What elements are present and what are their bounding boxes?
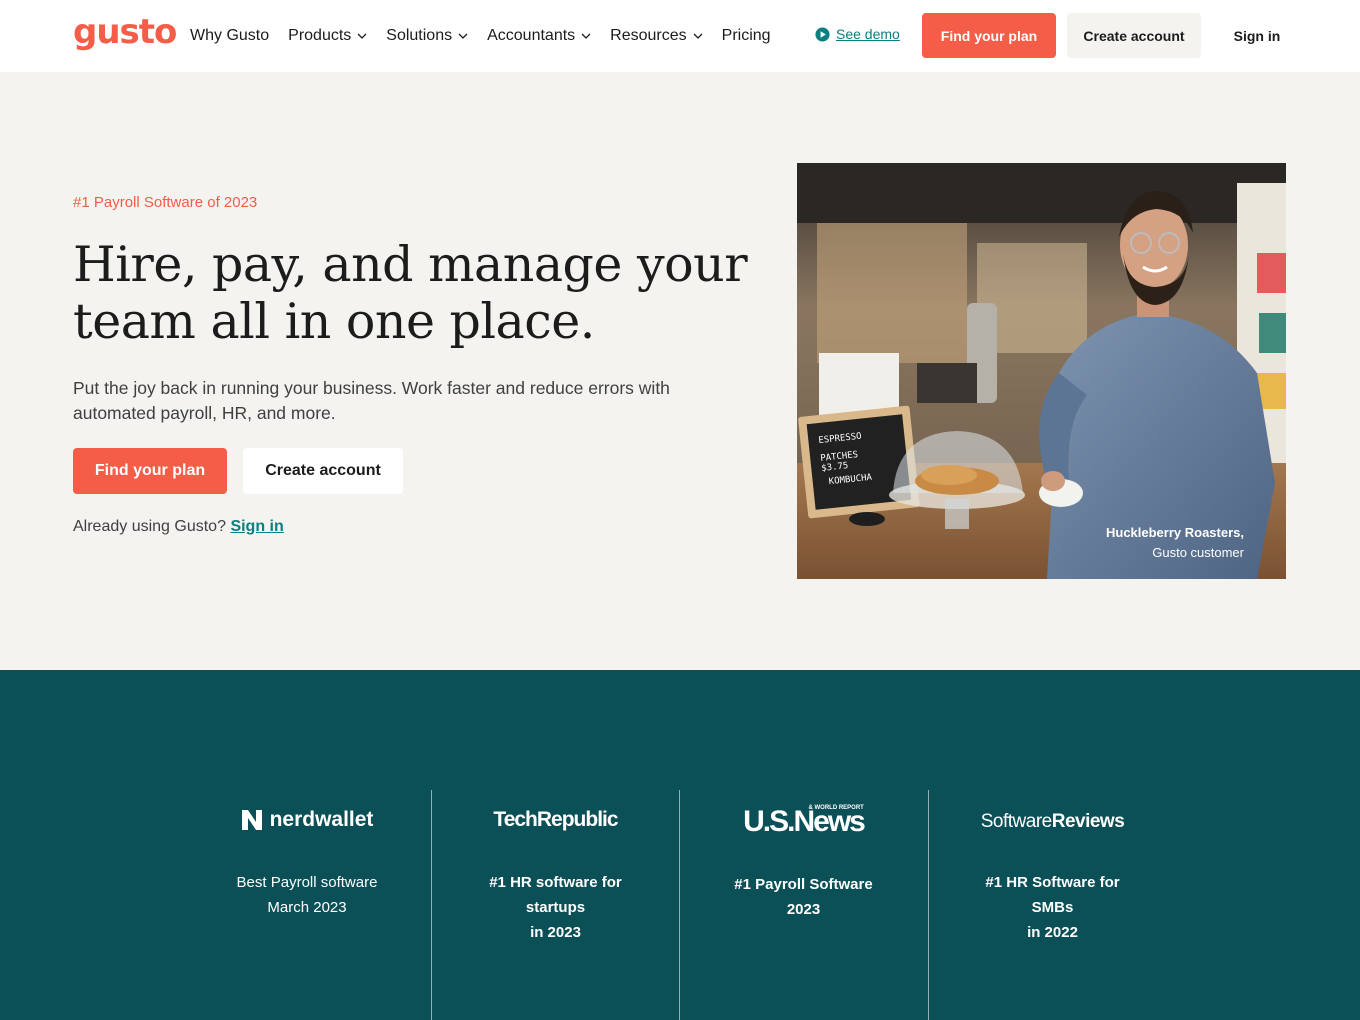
award-line: 2023	[786, 901, 821, 918]
award-line: Best Payroll software	[236, 874, 378, 891]
play-icon	[815, 26, 830, 42]
hero-headline: Hire, pay, and manage your team all in o…	[73, 236, 748, 350]
nav-label: Why Gusto	[190, 27, 270, 44]
hero-find-plan-button[interactable]: Find your plan	[73, 448, 227, 494]
hero-photo: ESPRESSO PATCHES $3.75 KOMBUCHA Hucklebe…	[797, 163, 1286, 579]
usnews-wordmark: U.S.News & WORLD REPORT	[743, 805, 866, 839]
nav-solutions[interactable]: Solutions	[386, 27, 468, 45]
award-text: Best Payroll software March 2023	[183, 870, 431, 920]
photo-caption: Huckleberry Roasters, Gusto customer	[1106, 523, 1244, 563]
hero-create-account-button[interactable]: Create account	[243, 448, 403, 494]
usnews-logo: U.S.News & WORLD REPORT	[680, 790, 927, 854]
header-find-plan-button[interactable]: Find your plan	[922, 13, 1056, 58]
award-text: #1 HR software for startups in 2023	[432, 870, 679, 945]
award-line: March 2023	[267, 899, 347, 916]
nav-label: Accountants	[487, 27, 576, 44]
award-line: #1 HR Software for	[985, 874, 1120, 891]
award-line: startups	[525, 899, 586, 916]
nav-label: Products	[288, 27, 352, 44]
hero-sign-in-link[interactable]: Sign in	[230, 518, 283, 535]
brand-subtitle: & WORLD REPORT	[808, 805, 864, 811]
brand-name: TechRepublic	[493, 808, 618, 831]
see-demo-link[interactable]: See demo	[815, 26, 900, 42]
header-create-account-button[interactable]: Create account	[1067, 13, 1201, 58]
nav-products[interactable]: Products	[288, 27, 367, 45]
nav-accountants[interactable]: Accountants	[487, 27, 591, 45]
gusto-logo[interactable]: gusto	[73, 12, 177, 52]
already-using-label: Already using Gusto?	[73, 518, 226, 535]
award-softwarereviews: SoftwareReviews #1 HR Software for SMBs …	[928, 790, 1176, 1020]
award-techrepublic: TechRepublic #1 HR software for startups…	[431, 790, 679, 1020]
hero-eyebrow: #1 Payroll Software of 2023	[73, 194, 258, 211]
nav-why-gusto[interactable]: Why Gusto	[190, 27, 269, 45]
chevron-down-icon	[458, 33, 468, 39]
brand-name-light: Software	[980, 811, 1052, 832]
award-line: SMBs	[1031, 899, 1074, 916]
nav-label: Resources	[610, 27, 687, 44]
header-sign-in-link[interactable]: Sign in	[1218, 13, 1296, 58]
brand-name: nerdwallet	[269, 808, 374, 831]
award-line: in 2022	[1027, 924, 1078, 941]
award-nerdwallet: nerdwallet Best Payroll software March 2…	[183, 790, 431, 1020]
award-text: #1 Payroll Software 2023	[680, 872, 927, 922]
already-using-text: Already using Gusto? Sign in	[73, 518, 284, 536]
cafe-photo-illustration: ESPRESSO PATCHES $3.75 KOMBUCHA	[797, 163, 1286, 579]
chevron-down-icon	[581, 33, 591, 39]
caption-name: Huckleberry Roasters,	[1105, 525, 1244, 540]
nerdwallet-mark-icon	[241, 810, 262, 830]
caption-role: Gusto customer	[1152, 545, 1244, 560]
award-line: #1 Payroll Software	[734, 876, 873, 893]
award-line: #1 HR software for	[489, 874, 622, 891]
award-text: #1 HR Software for SMBs in 2022	[929, 870, 1176, 945]
chevron-down-icon	[693, 33, 703, 39]
nerdwallet-logo: nerdwallet	[183, 790, 431, 850]
techrepublic-logo: TechRepublic	[432, 790, 679, 850]
award-line: in 2023	[530, 924, 581, 941]
nav-label: Pricing	[721, 27, 771, 44]
site-header: gusto Why Gusto Products Solutions Accou…	[0, 0, 1360, 72]
award-usnews: U.S.News & WORLD REPORT #1 Payroll Softw…	[679, 790, 927, 1020]
hero-subtext: Put the joy back in running your busines…	[73, 378, 670, 423]
see-demo-label: See demo	[836, 26, 900, 42]
brand-name-bold: Reviews	[1051, 811, 1125, 832]
nerdwallet-wordmark: nerdwallet	[241, 808, 374, 832]
chevron-down-icon	[357, 33, 367, 39]
softwarereviews-logo: SoftwareReviews	[929, 790, 1176, 854]
nav-resources[interactable]: Resources	[610, 27, 703, 45]
awards-band: nerdwallet Best Payroll software March 2…	[0, 670, 1360, 1020]
softwarereviews-wordmark: SoftwareReviews	[981, 811, 1125, 833]
nav-label: Solutions	[386, 27, 453, 44]
nav-pricing[interactable]: Pricing	[722, 27, 771, 45]
main-nav: Why Gusto Products Solutions Accountants…	[190, 0, 790, 72]
